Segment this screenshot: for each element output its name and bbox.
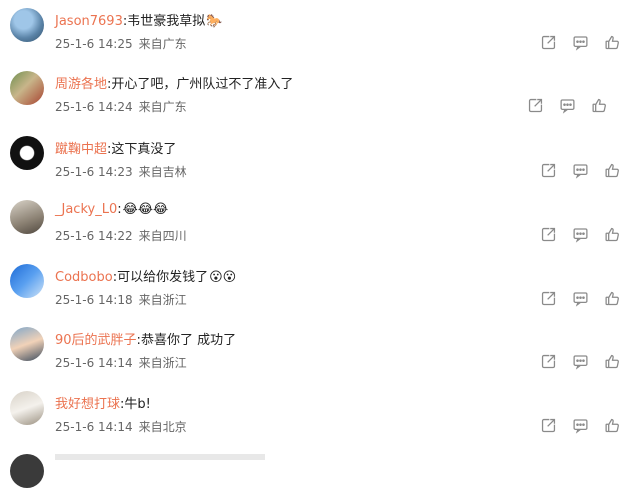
comment-line: 我好想打球:牛b! xyxy=(55,393,152,412)
comment-item: 周游各地:开心了吧，广州队过不了准入了 25-1-6 14:24 来自广东 xyxy=(0,71,640,133)
comment-actions xyxy=(540,34,640,54)
colon: : xyxy=(117,202,122,217)
timestamp: 25-1-6 14:23 xyxy=(55,165,133,179)
comment-meta: 25-1-6 14:23 来自吉林 xyxy=(55,163,187,180)
username-link[interactable]: 周游各地 xyxy=(55,77,107,92)
username-link[interactable]: 蹴鞠中超 xyxy=(55,142,107,157)
thumbs-up-icon[interactable] xyxy=(604,290,624,310)
location: 来自广东 xyxy=(138,37,187,51)
thumbs-up-icon[interactable] xyxy=(604,34,624,54)
comment-actions xyxy=(527,97,627,117)
comment-actions xyxy=(540,162,640,182)
comment-line: 周游各地:开心了吧，广州队过不了准入了 xyxy=(55,73,294,92)
comment-text: 牛b! xyxy=(124,397,151,412)
comment-line: Codbobo:可以给你发钱了😮😮 xyxy=(55,266,236,285)
comment-item: Jason7693:韦世豪我草拟🐎 25-1-6 14:25 来自广东 xyxy=(0,8,640,70)
share-icon[interactable] xyxy=(527,97,547,117)
comment-item: 90后的武胖子:恭喜你了 成功了 25-1-6 14:14 来自浙江 xyxy=(0,327,640,389)
username-link[interactable]: Codbobo xyxy=(55,270,113,285)
share-icon[interactable] xyxy=(540,162,560,182)
comment-icon[interactable] xyxy=(572,417,592,437)
avatar[interactable] xyxy=(10,200,44,234)
comment-item: 我好想打球:牛b! 25-1-6 14:14 来自北京 xyxy=(0,391,640,453)
avatar[interactable] xyxy=(10,136,44,170)
emoji-icon: 😂😂😂 xyxy=(122,202,169,217)
timestamp: 25-1-6 14:25 xyxy=(55,37,133,51)
comment-meta: 25-1-6 14:25 来自广东 xyxy=(55,35,187,52)
timestamp: 25-1-6 14:22 xyxy=(55,229,133,243)
share-icon[interactable] xyxy=(540,290,560,310)
comment-actions xyxy=(540,226,640,246)
comment-icon[interactable] xyxy=(572,353,592,373)
share-icon[interactable] xyxy=(540,353,560,373)
comment-icon[interactable] xyxy=(572,34,592,54)
location: 来自吉林 xyxy=(138,165,187,179)
location: 来自浙江 xyxy=(138,356,187,370)
comment-line: _Jacky_L0:😂😂😂 xyxy=(55,202,168,217)
comment-text: 这下真没了 xyxy=(111,142,177,157)
partial-comment xyxy=(55,454,315,460)
comment-actions xyxy=(540,353,640,373)
comment-text: 恭喜你了 成功了 xyxy=(140,333,237,348)
location: 来自广东 xyxy=(138,100,187,114)
share-icon[interactable] xyxy=(540,226,560,246)
comment-item: 蹴鞠中超:这下真没了 25-1-6 14:23 来自吉林 xyxy=(0,136,640,198)
timestamp: 25-1-6 14:24 xyxy=(55,100,133,114)
thumbs-up-icon[interactable] xyxy=(604,162,624,182)
comment-item: Codbobo:可以给你发钱了😮😮 25-1-6 14:18 来自浙江 xyxy=(0,264,640,326)
comment-icon[interactable] xyxy=(572,226,592,246)
emoji-icon: 😮😮 xyxy=(209,270,237,285)
emoji-icon: 🐎 xyxy=(206,14,223,29)
comment-item: _Jacky_L0:😂😂😂 25-1-6 14:22 来自四川 xyxy=(0,200,640,262)
username-link[interactable]: 90后的武胖子 xyxy=(55,333,137,348)
comment-meta: 25-1-6 14:22 来自四川 xyxy=(55,227,187,244)
avatar[interactable] xyxy=(10,327,44,361)
share-icon[interactable] xyxy=(540,417,560,437)
comment-line: Jason7693:韦世豪我草拟🐎 xyxy=(55,10,222,29)
comment-line: 蹴鞠中超:这下真没了 xyxy=(55,138,177,157)
partial-avatar xyxy=(10,454,44,488)
comment-text: 开心了吧，广州队过不了准入了 xyxy=(111,77,294,92)
thumbs-up-icon[interactable] xyxy=(604,353,624,373)
comment-line: 90后的武胖子:恭喜你了 成功了 xyxy=(55,329,237,348)
comment-text: 可以给你发钱了 xyxy=(117,270,209,285)
avatar[interactable] xyxy=(10,391,44,425)
timestamp: 25-1-6 14:18 xyxy=(55,293,133,307)
avatar[interactable] xyxy=(10,71,44,105)
location: 来自四川 xyxy=(138,229,187,243)
comment-icon[interactable] xyxy=(559,97,579,117)
share-icon[interactable] xyxy=(540,34,560,54)
timestamp: 25-1-6 14:14 xyxy=(55,420,133,434)
comment-icon[interactable] xyxy=(572,162,592,182)
thumbs-up-icon[interactable] xyxy=(604,417,624,437)
username-link[interactable]: _Jacky_L0 xyxy=(55,202,117,217)
avatar[interactable] xyxy=(10,264,44,298)
comment-actions xyxy=(540,417,640,437)
comment-actions xyxy=(540,290,640,310)
timestamp: 25-1-6 14:14 xyxy=(55,356,133,370)
thumbs-up-icon[interactable] xyxy=(591,97,611,117)
comment-icon[interactable] xyxy=(572,290,592,310)
location: 来自北京 xyxy=(138,420,187,434)
username-link[interactable]: Jason7693 xyxy=(55,14,123,29)
comment-text: 韦世豪我草拟 xyxy=(127,14,206,29)
username-link[interactable]: 我好想打球 xyxy=(55,397,120,412)
comment-meta: 25-1-6 14:18 来自浙江 xyxy=(55,291,187,308)
location: 来自浙江 xyxy=(138,293,187,307)
avatar[interactable] xyxy=(10,8,44,42)
comment-meta: 25-1-6 14:24 来自广东 xyxy=(55,98,187,115)
comment-meta: 25-1-6 14:14 来自浙江 xyxy=(55,354,187,371)
thumbs-up-icon[interactable] xyxy=(604,226,624,246)
comment-meta: 25-1-6 14:14 来自北京 xyxy=(55,418,187,435)
